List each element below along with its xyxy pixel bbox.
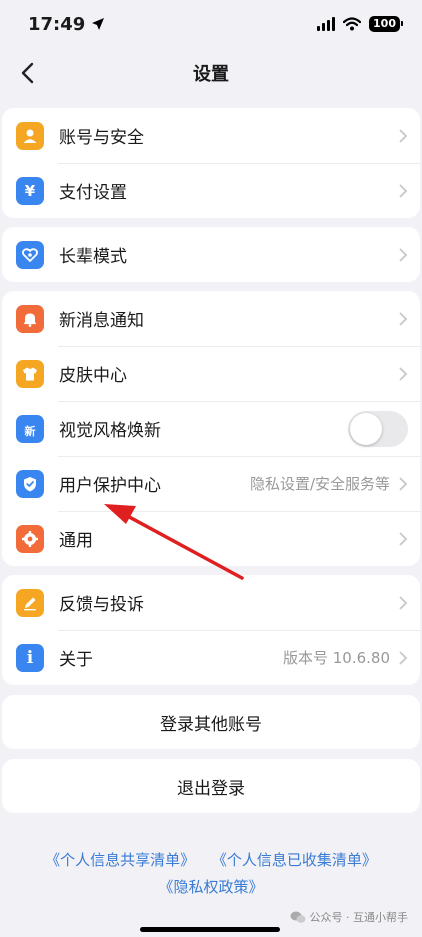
row-value: 隐私设置/安全服务等	[249, 475, 390, 493]
cellular-signal-icon	[317, 17, 336, 31]
row-general[interactable]: 通用	[2, 511, 420, 566]
chevron-right-icon	[399, 311, 408, 326]
shield-icon	[16, 469, 44, 498]
gear-icon	[16, 524, 44, 553]
settings-group-elder: 长辈模式	[2, 227, 420, 282]
nav-bar: 设置	[0, 48, 422, 98]
shared-info-list-link[interactable]: 《个人信息共享清单》	[45, 851, 195, 869]
row-label: 支付设置	[59, 183, 127, 203]
row-feedback[interactable]: 反馈与投诉	[2, 575, 420, 630]
row-about[interactable]: i 关于 版本号 10.6.80	[2, 630, 420, 685]
wechat-official-icon	[290, 911, 305, 923]
settings-group-about: 反馈与投诉 i 关于 版本号 10.6.80	[2, 575, 420, 685]
chevron-right-icon	[399, 183, 408, 198]
pencil-icon	[16, 588, 44, 617]
logout-button[interactable]: 退出登录	[2, 759, 420, 813]
page-title: 设置	[193, 64, 229, 85]
chevron-right-icon	[399, 531, 408, 546]
row-label: 皮肤中心	[59, 366, 127, 386]
row-label: 关于	[59, 650, 93, 670]
row-visual-style: 新 视觉风格焕新	[2, 401, 420, 456]
settings-group-general: 新消息通知 皮肤中心 新 视觉风格焕新 用户保护中心 隐私设置/安全服务等 通用	[2, 291, 420, 566]
switch-account-button[interactable]: 登录其他账号	[2, 695, 420, 749]
watermark: 公众号 · 互通小帮手	[290, 909, 409, 925]
bell-icon	[16, 304, 44, 333]
chevron-left-icon	[21, 62, 34, 84]
row-user-protection[interactable]: 用户保护中心 隐私设置/安全服务等	[2, 456, 420, 511]
settings-group-account: 账号与安全 ¥ 支付设置	[2, 108, 420, 218]
row-label: 账号与安全	[59, 128, 144, 148]
clock-text: 17:49	[28, 13, 86, 35]
row-label: 反馈与投诉	[59, 595, 144, 615]
status-time: 17:49	[28, 14, 105, 35]
person-icon	[16, 121, 44, 150]
chevron-right-icon	[399, 366, 408, 381]
row-payment-settings[interactable]: ¥ 支付设置	[2, 163, 420, 218]
privacy-policy-link[interactable]: 《隐私权政策》	[158, 878, 263, 896]
chevron-right-icon	[399, 595, 408, 610]
chevron-right-icon	[399, 650, 408, 665]
row-label: 长辈模式	[59, 247, 127, 267]
wifi-icon	[343, 17, 362, 31]
yen-icon: ¥	[16, 176, 44, 205]
version-value: 版本号 10.6.80	[282, 649, 390, 667]
row-notifications[interactable]: 新消息通知	[2, 291, 420, 346]
location-arrow-icon	[92, 18, 105, 30]
battery-indicator: 100	[369, 16, 403, 32]
row-label: 视觉风格焕新	[59, 421, 161, 441]
legal-links: 《个人信息共享清单》 《个人信息已收集清单》 《隐私权政策》	[0, 847, 422, 901]
chevron-right-icon	[399, 128, 408, 143]
row-label: 通用	[59, 531, 93, 551]
chevron-right-icon	[399, 476, 408, 491]
chevron-right-icon	[399, 247, 408, 262]
elder-heart-icon	[16, 240, 44, 269]
row-label: 用户保护中心	[59, 476, 161, 496]
row-skin-center[interactable]: 皮肤中心	[2, 346, 420, 401]
shirt-icon	[16, 359, 44, 388]
new-style-icon: 新	[16, 414, 44, 443]
status-indicators: 100	[317, 16, 403, 32]
visual-style-toggle[interactable]	[348, 410, 408, 447]
row-account-security[interactable]: 账号与安全	[2, 108, 420, 163]
status-bar: 17:49 100	[0, 0, 422, 48]
collected-info-list-link[interactable]: 《个人信息已收集清单》	[212, 851, 377, 869]
watermark-text: 公众号 · 互通小帮手	[309, 911, 409, 924]
row-label: 新消息通知	[59, 311, 144, 331]
back-button[interactable]	[12, 58, 42, 88]
row-elder-mode[interactable]: 长辈模式	[2, 227, 420, 282]
new-badge-text: 新	[24, 424, 36, 438]
info-icon: i	[16, 643, 44, 672]
home-indicator	[140, 927, 280, 932]
